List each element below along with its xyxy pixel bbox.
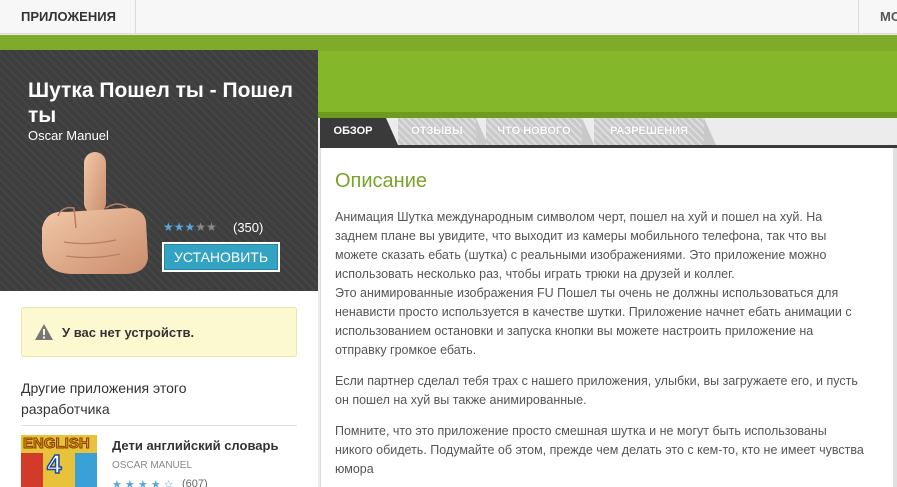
app-card: Шутка Пошел ты - Пошел ты Oscar Manuel ★… bbox=[0, 50, 318, 291]
no-devices-warning: У вас нет устройств. bbox=[21, 307, 297, 357]
middle-finger-hand-icon bbox=[42, 152, 148, 274]
nav-right-tab[interactable]: МО bbox=[858, 0, 897, 34]
description-panel: Описание Анимация Шутка международным си… bbox=[320, 148, 897, 487]
description-paragraph: Помните, что это приложение просто смешн… bbox=[335, 424, 864, 476]
description-title: Описание bbox=[335, 170, 428, 192]
paragraph-text: Это анимированные изображения FU Пошел т… bbox=[335, 286, 852, 357]
thumb-number: 4 bbox=[46, 448, 62, 480]
related-app-developer[interactable]: OSCAR MANUEL bbox=[112, 460, 192, 471]
thumb-block bbox=[21, 453, 43, 487]
tab-whats-new[interactable]: ЧТО НОВОГО bbox=[486, 118, 594, 145]
app-rating-count: (350) bbox=[233, 220, 264, 235]
related-app-thumbnail[interactable]: ENGLISH 4 bbox=[21, 435, 97, 487]
detail-tabs: ОБЗОР ОТЗЫВЫ ЧТО НОВОГО РАЗРЕШЕНИЯ bbox=[320, 118, 897, 145]
top-nav: ПРИЛОЖЕНИЯ МО bbox=[0, 0, 897, 34]
tab-overview[interactable]: ОБЗОР bbox=[320, 118, 398, 145]
description-paragraph: Если партнер сделал тебя трах с нашего п… bbox=[335, 374, 858, 407]
star-icon: ★ bbox=[184, 220, 196, 234]
related-app-name[interactable]: Дети английский словарь bbox=[112, 438, 278, 453]
star-icon: ★ bbox=[206, 220, 217, 234]
app-rating-stars: ★★★★★ bbox=[163, 220, 217, 234]
app-developer-link[interactable]: Oscar Manuel bbox=[28, 128, 109, 143]
related-app-rating-stars: ★ ★ ★ ★ ☆ bbox=[112, 479, 174, 487]
star-icon: ★ bbox=[173, 220, 185, 234]
paragraph-text: Анимация Шутка международным символом че… bbox=[335, 210, 827, 281]
app-title: Шутка Пошел ты - Пошел ты bbox=[28, 79, 293, 127]
nav-apps-tab[interactable]: ПРИЛОЖЕНИЯ bbox=[0, 0, 136, 34]
divider bbox=[21, 425, 297, 426]
tab-permissions[interactable]: РАЗРЕШЕНИЯ bbox=[594, 118, 716, 145]
thumb-block bbox=[75, 453, 97, 487]
tab-reviews[interactable]: ОТЗЫВЫ bbox=[398, 118, 488, 145]
scroll-edge bbox=[893, 148, 897, 487]
related-app-rating-count: (607) bbox=[182, 478, 208, 487]
warning-icon bbox=[35, 324, 53, 340]
install-button[interactable]: УСТАНОВИТЬ bbox=[162, 242, 280, 272]
description-paragraph: Анимация Шутка международным символом че… bbox=[335, 208, 865, 360]
green-band bbox=[0, 35, 897, 51]
star-icon: ★ bbox=[195, 220, 207, 234]
description-body: Анимация Шутка международным символом че… bbox=[335, 208, 865, 487]
hero-banner bbox=[318, 51, 897, 112]
warning-text: У вас нет устройств. bbox=[62, 325, 195, 340]
sidebar: У вас нет устройств. Другие приложения э… bbox=[0, 291, 318, 487]
other-apps-heading: Другие приложения этого разработчика bbox=[21, 380, 187, 417]
star-icon: ★ bbox=[163, 220, 174, 234]
